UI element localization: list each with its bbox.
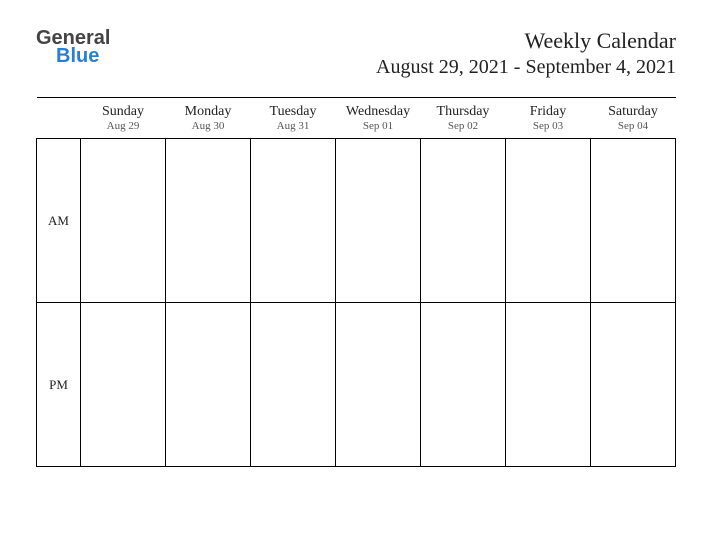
blank-cell: [37, 120, 81, 139]
logo: General Blue: [36, 28, 110, 66]
calendar-cell: [81, 303, 166, 467]
calendar-cell: [336, 139, 421, 303]
calendar-cell: [506, 139, 591, 303]
day-header: Saturday: [591, 98, 676, 121]
day-date: Sep 01: [336, 120, 421, 139]
date-range: August 29, 2021 - September 4, 2021: [376, 56, 676, 79]
calendar-cell: [81, 139, 166, 303]
day-date: Sep 03: [506, 120, 591, 139]
day-header: Tuesday: [251, 98, 336, 121]
day-date: Aug 31: [251, 120, 336, 139]
day-date: Sep 02: [421, 120, 506, 139]
title-block: Weekly Calendar August 29, 2021 - Septem…: [376, 28, 676, 79]
calendar-cell: [336, 303, 421, 467]
day-date-row: Aug 29 Aug 30 Aug 31 Sep 01 Sep 02 Sep 0…: [37, 120, 676, 139]
day-header: Friday: [506, 98, 591, 121]
logo-part2: Blue: [56, 46, 110, 66]
day-date: Aug 29: [81, 120, 166, 139]
period-label-pm: PM: [37, 303, 81, 467]
calendar-cell: [251, 139, 336, 303]
weekly-calendar-table: Sunday Monday Tuesday Wednesday Thursday…: [36, 97, 676, 467]
page-title: Weekly Calendar: [376, 28, 676, 54]
day-header: Thursday: [421, 98, 506, 121]
day-date: Sep 04: [591, 120, 676, 139]
day-date: Aug 30: [166, 120, 251, 139]
calendar-cell: [506, 303, 591, 467]
pm-row: PM: [37, 303, 676, 467]
blank-corner: [37, 98, 81, 121]
calendar-cell: [591, 139, 676, 303]
day-header: Wednesday: [336, 98, 421, 121]
calendar-cell: [421, 303, 506, 467]
calendar-cell: [166, 139, 251, 303]
day-name-row: Sunday Monday Tuesday Wednesday Thursday…: [37, 98, 676, 121]
period-label-am: AM: [37, 139, 81, 303]
calendar-cell: [166, 303, 251, 467]
am-row: AM: [37, 139, 676, 303]
day-header: Monday: [166, 98, 251, 121]
day-header: Sunday: [81, 98, 166, 121]
header: General Blue Weekly Calendar August 29, …: [36, 28, 676, 79]
calendar-cell: [421, 139, 506, 303]
calendar-cell: [591, 303, 676, 467]
calendar-cell: [251, 303, 336, 467]
